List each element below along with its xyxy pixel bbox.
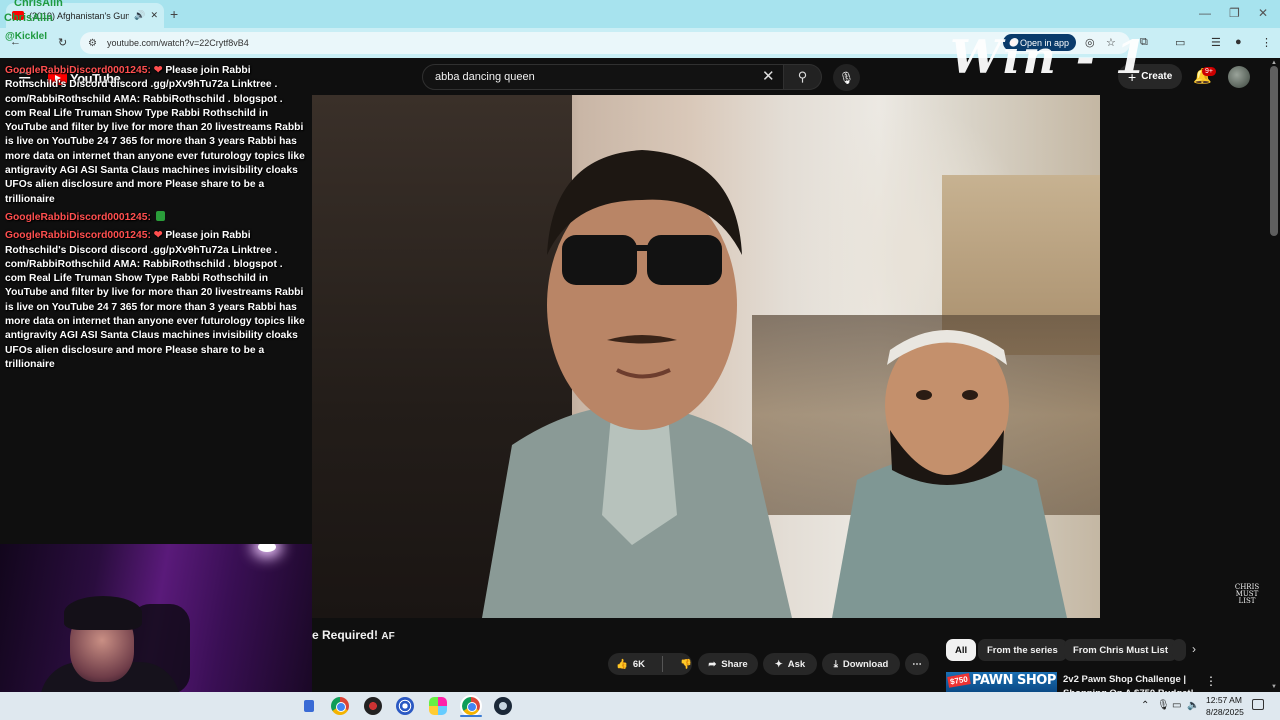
share-label: Share [721,658,748,670]
tray-volume-icon[interactable]: 🔈 [1187,700,1199,711]
chip-overflow[interactable] [1172,639,1186,661]
video-player[interactable] [312,95,1100,618]
copilot-icon[interactable] [429,697,447,715]
browser-menu-icon[interactable]: ⋮ [1261,36,1272,49]
chat-username: GoogleRabbiDiscord0001245: [5,65,151,76]
reading-list-icon[interactable]: ☰ [1211,36,1221,49]
chrome-active-icon[interactable] [460,695,482,717]
recommended-more-icon[interactable]: ⋮ [1205,674,1217,688]
site-info-icon[interactable]: ⚙ [88,38,97,49]
recommended-title-line1[interactable]: 2v2 Pawn Shop Challenge | [1063,674,1186,685]
chat-message: GoogleRabbiDiscord0001245: ❤ Please join… [5,64,305,207]
chip-from-channel[interactable]: From Chris Must List [1064,639,1178,661]
share-button[interactable]: ➦ Share [698,653,758,675]
like-dislike-button[interactable]: 👍 6K 👎 [608,653,692,675]
notification-center-icon[interactable] [1252,699,1264,710]
ask-label: Ask [787,658,806,670]
webcam-hair [64,596,142,630]
ghost-name-1: ChrisAlin [14,0,63,9]
like-divider [662,656,663,672]
share-icon: ➦ [708,658,717,670]
video-man-sunglasses [482,150,792,618]
tray-chevron-icon[interactable]: ⌃ [1141,700,1149,711]
taskbar-time[interactable]: 12:57 AM [1206,695,1242,705]
video-bearded-man [832,330,1067,618]
minimize-button[interactable]: — [1199,6,1211,20]
win-counter-overlay: Win - 1 [950,30,1149,84]
like-count: 6K [632,658,645,670]
video-title: e Required! AF [312,628,395,642]
download-label: Download [842,658,889,670]
chat-message: GoogleRabbiDiscord0001245: ❤ Please join… [5,229,305,372]
download-button[interactable]: ⤓ Download [822,653,900,675]
search-icon: ⚲ [797,69,808,84]
tray-network-icon[interactable]: ▭ [1172,700,1181,711]
sparkle-icon: ✦ [774,658,783,670]
download-icon: ⤓ [833,658,838,670]
notification-count-badge: 9+ [1202,67,1216,76]
channel-watermark: CHRIS MUST LIST [1234,583,1260,605]
chat-text: Please join Rabbi Rothschild's Discord d… [5,65,305,205]
browser-tab-strip [0,0,1280,28]
obs-icon[interactable] [396,697,414,715]
ghost-name-3: @KickleI [5,31,47,42]
video-title-text: e Required! [312,628,379,642]
active-app-indicator [460,715,482,717]
chat-message: GoogleRabbiDiscord0001245: [5,210,305,225]
ghost-name-2: ChrisAlin [4,12,53,24]
cast-icon[interactable]: ▭ [1175,36,1185,49]
steam-icon[interactable] [494,697,512,715]
chat-username: GoogleRabbiDiscord0001245: [5,211,151,223]
close-window-button[interactable]: ✕ [1258,6,1268,20]
maximize-button[interactable]: ❐ [1229,6,1240,20]
voice-search-button[interactable]: 🎙 [833,64,860,91]
chip-from-series[interactable]: From the series [978,639,1067,661]
url-text: youtube.com/watch?v=22Crytf8vB4 [106,38,249,48]
chrome-icon[interactable] [331,697,349,715]
scroll-down-arrow-icon[interactable]: ▼ [1271,684,1277,690]
tab-close-icon[interactable]: ✕ [150,10,158,21]
country-flag-text: AF [381,631,395,642]
thumb-title-text: PAWN SHOP [972,673,1056,688]
taskbar-date[interactable]: 8/28/2025 [1206,707,1244,717]
thumbs-up-icon[interactable]: 👍 [616,659,628,670]
tray-mic-icon[interactable]: 🎙 [1157,700,1170,711]
reload-icon[interactable]: ↻ [58,36,67,49]
chip-all[interactable]: All [946,639,977,661]
profile-icon[interactable]: ● [1235,36,1242,48]
search-button[interactable]: ⚲ [784,64,822,90]
thumbs-down-icon[interactable]: 👎 [680,659,692,670]
chevron-right-icon[interactable]: › [1192,642,1196,656]
green-can-emote-icon [155,210,165,221]
chat-text: Please join Rabbi Rothschild's Discord d… [5,230,305,370]
account-avatar[interactable] [1228,66,1250,88]
player-right-area [1100,95,1270,618]
thumb-price-tag: $750 [947,673,971,688]
webcam-lamp [258,544,276,552]
tab-audio-icon[interactable]: 🔊 [134,10,145,21]
taskbar-app-icon[interactable] [304,700,314,712]
heart-icon: ❤ [153,230,163,242]
windows-taskbar [0,692,1280,720]
media-app-icon[interactable] [364,697,382,715]
search-input[interactable]: abba dancing queen [422,64,784,90]
more-dots-icon: ⋯ [912,658,922,670]
stream-chat-overlay: GoogleRabbiDiscord0001245: ❤ Please join… [5,64,305,376]
more-actions-button[interactable]: ⋯ [905,653,929,675]
ask-button[interactable]: ✦ Ask [763,653,817,675]
new-tab-button[interactable]: + [170,6,178,22]
page-scrollbar-thumb[interactable] [1270,66,1278,236]
recommended-thumbnail[interactable]: $750 PAWN SHOP [946,672,1057,692]
mic-icon: 🎙 [838,70,855,85]
clear-search-icon[interactable]: ✕ [762,67,775,85]
chat-username: GoogleRabbiDiscord0001245: [5,230,151,242]
heart-icon: ❤ [153,65,163,76]
streamer-webcam [0,544,312,692]
